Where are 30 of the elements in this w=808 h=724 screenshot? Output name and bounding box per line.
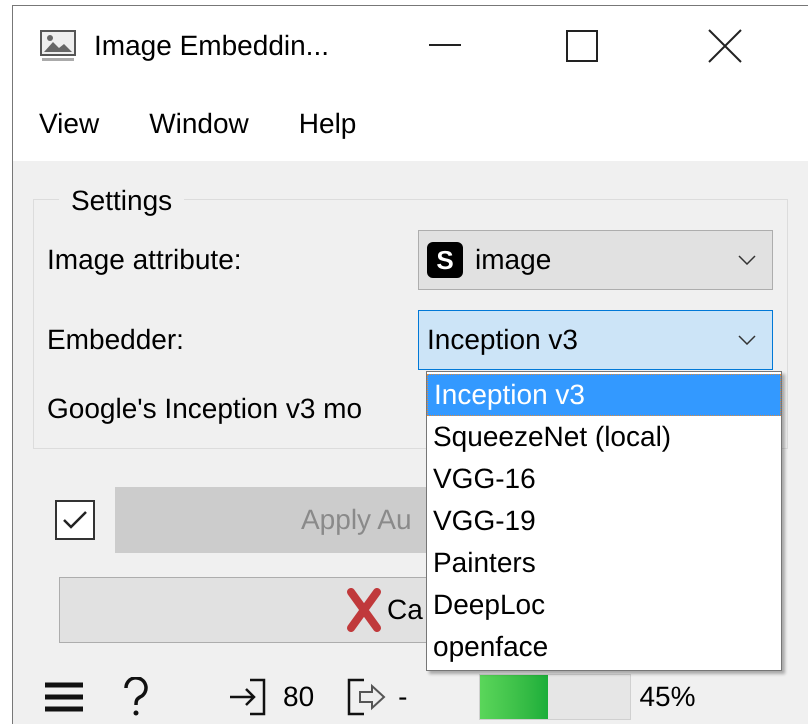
check-icon bbox=[62, 510, 88, 530]
type-badge: S bbox=[427, 242, 463, 278]
menu-item[interactable]: Window bbox=[149, 102, 249, 144]
combo-box[interactable]: Inception v3 bbox=[418, 310, 773, 370]
maximize-icon[interactable] bbox=[566, 30, 598, 62]
dropdown-option[interactable]: VGG-19 bbox=[427, 500, 781, 542]
combo-value: image bbox=[475, 243, 552, 277]
combo-value: Inception v3 bbox=[427, 323, 579, 357]
dropdown-option[interactable]: DeepLoc bbox=[427, 584, 781, 626]
field-label: Image attribute: bbox=[47, 243, 242, 277]
progress-reading: 45% bbox=[639, 680, 696, 714]
help-icon[interactable] bbox=[121, 677, 151, 717]
close-icon[interactable] bbox=[708, 29, 742, 63]
input-icon bbox=[228, 677, 268, 717]
cross-icon bbox=[345, 588, 383, 632]
output-count: - bbox=[398, 680, 408, 714]
description-text: Google's Inception v3 mo bbox=[47, 392, 362, 426]
menu-item[interactable]: View bbox=[39, 102, 100, 144]
combo-box[interactable]: S image bbox=[418, 230, 773, 290]
dropdown-option[interactable]: VGG-16 bbox=[427, 458, 781, 500]
dropdown-option[interactable]: SqueezeNet (local) bbox=[427, 416, 781, 458]
menu-item[interactable]: Help bbox=[298, 102, 356, 144]
chevron-down-icon bbox=[738, 255, 756, 265]
input-count: 80 bbox=[283, 680, 314, 714]
image-icon bbox=[40, 30, 76, 62]
minimize-icon[interactable] bbox=[429, 44, 462, 48]
field-label: Embedder: bbox=[47, 323, 184, 357]
window-title: Image Embeddin... bbox=[94, 29, 330, 63]
menu-icon[interactable] bbox=[45, 682, 83, 712]
chevron-down-icon bbox=[738, 335, 756, 345]
